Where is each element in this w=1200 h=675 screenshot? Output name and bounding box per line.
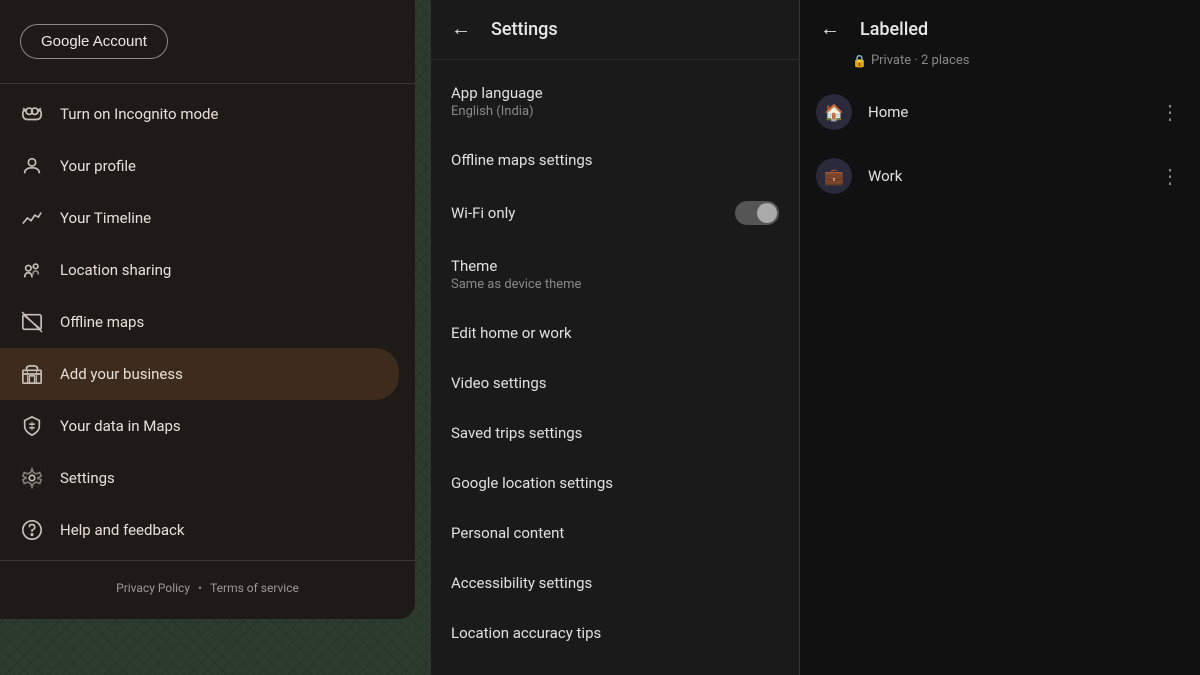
labelled-panel: ← Labelled 🔒 Private · 2 places 🏠 Home ⋮… [800, 0, 1200, 675]
left-panel: Google Account Turn on Incognito mode [0, 0, 430, 675]
timeline-icon [20, 206, 44, 230]
location-sharing-icon [20, 258, 44, 282]
privacy-policy-link[interactable]: Privacy Policy [116, 581, 190, 595]
settings-item-video[interactable]: Video settings [431, 358, 799, 408]
google-account-button[interactable]: Google Account [20, 24, 168, 59]
menu-item-settings-label: Settings [60, 469, 115, 487]
theme-title: Theme [451, 257, 779, 275]
menu-panel: Google Account Turn on Incognito mode [0, 0, 415, 619]
menu-item-profile-label: Your profile [60, 157, 136, 175]
settings-item-wifi-only[interactable]: Wi-Fi only [431, 185, 799, 241]
menu-item-location-sharing-label: Location sharing [60, 261, 171, 279]
home-icon-wrap: 🏠 [816, 94, 852, 130]
menu-item-data-maps-label: Your data in Maps [60, 417, 181, 435]
menu-item-location-sharing[interactable]: Location sharing [0, 244, 415, 296]
settings-back-button[interactable]: ← [447, 14, 475, 45]
help-icon [20, 518, 44, 542]
settings-item-saved-trips[interactable]: Saved trips settings [431, 408, 799, 458]
offline-maps-icon [20, 310, 44, 334]
menu-item-add-business-label: Add your business [60, 365, 183, 383]
labelled-title: Labelled [860, 19, 928, 40]
menu-item-help[interactable]: Help and feedback [0, 504, 415, 556]
edit-home-work-title: Edit home or work [451, 324, 779, 342]
saved-trips-title: Saved trips settings [451, 424, 779, 442]
settings-title: Settings [491, 19, 558, 40]
settings-item-accessibility[interactable]: Accessibility settings [431, 558, 799, 608]
settings-item-theme[interactable]: Theme Same as device theme [431, 241, 799, 308]
settings-header: ← Settings [431, 0, 799, 60]
accessibility-title: Accessibility settings [451, 574, 779, 592]
settings-item-app-language[interactable]: App language English (India) [431, 68, 799, 135]
personal-content-title: Personal content [451, 524, 779, 542]
menu-item-profile[interactable]: Your profile [0, 140, 415, 192]
app-language-subtitle: English (India) [451, 104, 779, 119]
shield-icon [20, 414, 44, 438]
location-accuracy-title: Location accuracy tips [451, 624, 779, 642]
offline-maps-title: Offline maps settings [451, 151, 779, 169]
wifi-only-title: Wi-Fi only [451, 204, 515, 222]
wifi-only-toggle[interactable] [735, 201, 779, 225]
labelled-back-button[interactable]: ← [816, 14, 844, 45]
settings-item-maps-history[interactable]: Maps history [431, 658, 799, 675]
work-more-button[interactable]: ⋮ [1156, 160, 1184, 192]
settings-panel: ← Settings App language English (India) … [430, 0, 800, 675]
menu-item-offline-maps[interactable]: Offline maps [0, 296, 415, 348]
home-icon: 🏠 [824, 103, 844, 122]
menu-item-timeline[interactable]: Your Timeline [0, 192, 415, 244]
menu-item-data-maps[interactable]: Your data in Maps [0, 400, 415, 452]
work-place-name: Work [868, 167, 1140, 185]
home-place-name: Home [868, 103, 1140, 121]
menu-item-timeline-label: Your Timeline [60, 209, 151, 227]
settings-item-offline-maps[interactable]: Offline maps settings [431, 135, 799, 185]
footer-dot: • [198, 581, 202, 595]
labelled-header: ← Labelled [800, 0, 1200, 53]
menu-item-help-label: Help and feedback [60, 521, 185, 539]
app-language-title: App language [451, 84, 779, 102]
terms-link[interactable]: Terms of service [210, 581, 299, 595]
labelled-subtitle: 🔒 Private · 2 places [800, 53, 1200, 80]
video-settings-title: Video settings [451, 374, 779, 392]
business-icon [20, 362, 44, 386]
labelled-subtitle-text: Private · 2 places [871, 53, 970, 68]
google-location-title: Google location settings [451, 474, 779, 492]
divider-top [0, 83, 415, 84]
settings-item-edit-home-work[interactable]: Edit home or work [431, 308, 799, 358]
place-item-work[interactable]: 💼 Work ⋮ [800, 144, 1200, 208]
work-icon-wrap: 💼 [816, 158, 852, 194]
menu-item-offline-maps-label: Offline maps [60, 313, 144, 331]
menu-footer: Privacy Policy • Terms of service [0, 569, 415, 607]
divider-bottom [0, 560, 415, 561]
menu-item-add-business[interactable]: Add your business [0, 348, 399, 400]
menu-item-settings[interactable]: Settings [0, 452, 415, 504]
settings-list: App language English (India) Offline map… [431, 60, 799, 675]
menu-item-incognito[interactable]: Turn on Incognito mode [0, 88, 415, 140]
lock-icon: 🔒 [852, 54, 867, 68]
person-icon [20, 154, 44, 178]
settings-item-google-location[interactable]: Google location settings [431, 458, 799, 508]
place-item-home[interactable]: 🏠 Home ⋮ [800, 80, 1200, 144]
settings-item-personal-content[interactable]: Personal content [431, 508, 799, 558]
work-icon: 💼 [824, 167, 844, 186]
settings-icon [20, 466, 44, 490]
home-more-button[interactable]: ⋮ [1156, 96, 1184, 128]
incognito-icon [20, 102, 44, 126]
menu-item-incognito-label: Turn on Incognito mode [60, 105, 218, 123]
theme-subtitle: Same as device theme [451, 277, 779, 292]
settings-item-location-accuracy[interactable]: Location accuracy tips [431, 608, 799, 658]
